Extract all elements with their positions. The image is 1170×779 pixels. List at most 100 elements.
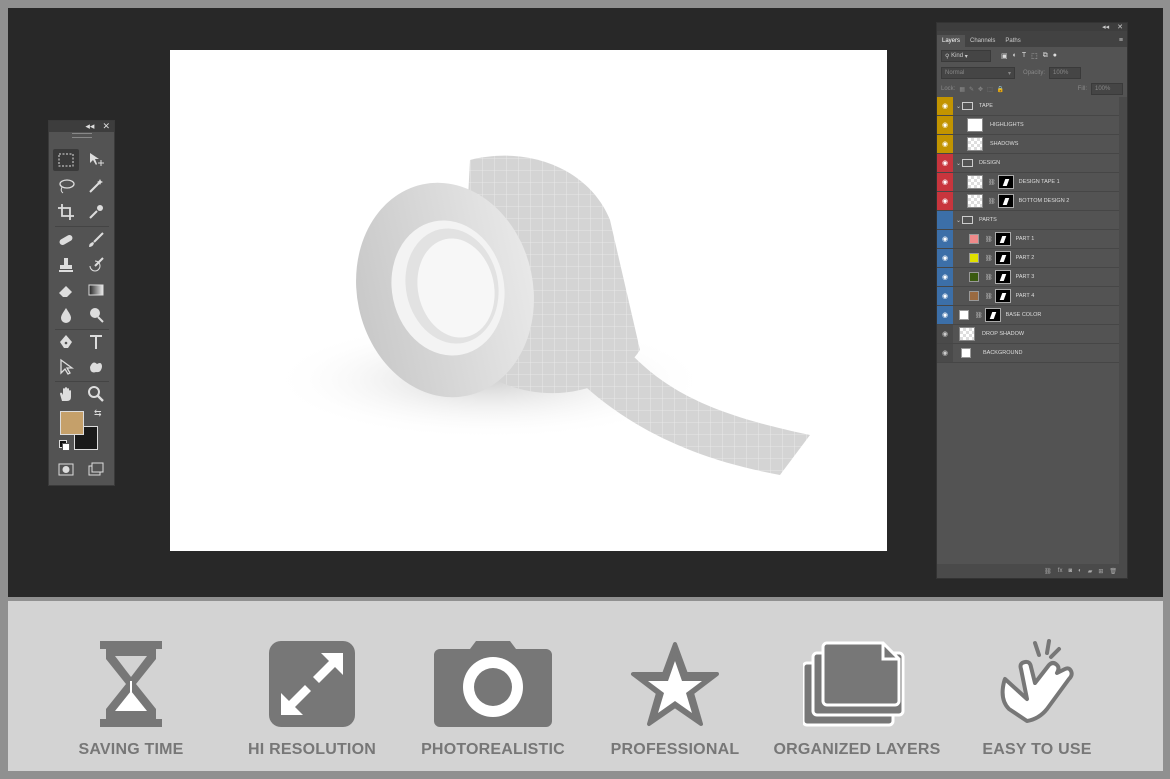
feature-photorealistic: PHOTOREALISTIC	[403, 639, 583, 759]
pixel-filter-icon[interactable]: ▣	[1001, 52, 1008, 60]
default-colors-icon[interactable]	[59, 440, 70, 451]
layer-background[interactable]: ◉ BACKGROUND	[937, 344, 1119, 363]
magnifier-dodge-icon	[90, 308, 104, 323]
eraser-tool-button[interactable]	[53, 279, 79, 301]
blur-tool-button[interactable]	[53, 304, 79, 326]
type-tool-button[interactable]	[83, 331, 109, 353]
opacity-field[interactable]: 100%	[1049, 67, 1082, 79]
collapse-icon[interactable]: ◂◂	[1102, 23, 1109, 31]
delete-layer-icon[interactable]: 🗑	[1109, 568, 1117, 575]
visibility-eye-icon[interactable]	[937, 211, 953, 229]
adjustment-filter-icon[interactable]: ◐	[1013, 52, 1017, 60]
path-selection-tool-button[interactable]	[53, 356, 79, 378]
pen-tool-button[interactable]	[53, 331, 79, 353]
layer-group-tape[interactable]: ◉ ⌄ TAPE	[937, 97, 1119, 116]
hand-tool-button[interactable]	[53, 383, 79, 405]
panel-menu-icon[interactable]: ≡	[1115, 34, 1127, 47]
lasso-tool-button[interactable]	[53, 175, 79, 197]
lock-icons[interactable]: ▦✎✥⬚🔒	[959, 86, 1008, 93]
camera-icon	[434, 641, 552, 727]
dodge-tool-button[interactable]	[83, 304, 109, 326]
color-fill-swatch	[969, 291, 979, 301]
tape-roll-image	[270, 155, 810, 475]
visibility-eye-icon[interactable]: ◉	[937, 268, 953, 286]
visibility-eye-icon[interactable]: ◉	[937, 173, 953, 191]
fx-icon[interactable]: fx	[1058, 568, 1063, 574]
adjustment-layer-icon[interactable]: ◐	[1078, 568, 1082, 574]
shape-filter-icon[interactable]: ⬚	[1031, 52, 1038, 60]
document-canvas[interactable]	[170, 50, 887, 551]
screen-mode-button[interactable]	[83, 458, 109, 480]
layers-scrollbar[interactable]	[1119, 97, 1127, 567]
clone-stamp-tool-button[interactable]	[53, 254, 79, 276]
visibility-eye-icon[interactable]: ◉	[937, 325, 953, 343]
blend-mode-select[interactable]: Normal ▾	[941, 67, 1015, 79]
smart-object-filter-icon[interactable]: ⧉	[1043, 52, 1048, 60]
layer-part-1[interactable]: ◉ ⛓ PART 1	[937, 230, 1119, 249]
color-fill-swatch	[969, 253, 979, 263]
toolbox-grip[interactable]	[49, 132, 114, 139]
visibility-eye-icon[interactable]: ◉	[937, 192, 953, 210]
custom-shape-tool-button[interactable]	[83, 356, 109, 378]
gradient-tool-button[interactable]	[83, 279, 109, 301]
tab-channels[interactable]: Channels	[965, 35, 1000, 47]
panel-tabs: Layers Channels Paths ≡	[937, 31, 1127, 47]
layer-group-parts[interactable]: ⌄ PARTS	[937, 211, 1119, 230]
gradient-icon	[88, 284, 104, 296]
add-mask-icon[interactable]: ◙	[1068, 568, 1072, 574]
layers-list: ◉ ⌄ TAPE ◉ HIGHLIGHTS ◉ SHADOWS ◉ ⌄ DESI…	[937, 97, 1119, 363]
type-filter-icon[interactable]: T	[1022, 52, 1026, 60]
layer-drop-shadow[interactable]: ◉ DROP SHADOW	[937, 325, 1119, 344]
filter-row: ⚲ Kind ▾ ▣ ◐ T ⬚ ⧉ ●	[937, 47, 1127, 65]
tap-hand-icon	[1000, 639, 1074, 723]
foreground-color-swatch[interactable]	[60, 411, 84, 435]
marquee-tool-button[interactable]	[53, 149, 79, 171]
eyedropper-tool-button[interactable]	[83, 201, 109, 223]
visibility-eye-icon[interactable]: ◉	[937, 249, 953, 267]
visibility-eye-icon[interactable]: ◉	[937, 306, 953, 324]
link-layers-icon[interactable]: ⛓	[1044, 568, 1052, 575]
layer-name: TAPE	[979, 103, 993, 109]
crop-tool-button[interactable]	[53, 201, 79, 223]
layer-group-design[interactable]: ◉ ⌄ DESIGN	[937, 154, 1119, 173]
filter-toggle-icon[interactable]: ●	[1053, 52, 1057, 60]
visibility-eye-icon[interactable]: ◉	[937, 287, 953, 305]
visibility-eye-icon[interactable]: ◉	[937, 97, 953, 115]
layer-highlights[interactable]: ◉ HIGHLIGHTS	[937, 116, 1119, 135]
move-tool-button[interactable]	[83, 149, 109, 171]
fill-field[interactable]: 100%	[1091, 83, 1123, 95]
visibility-eye-icon[interactable]: ◉	[937, 230, 953, 248]
close-icon[interactable]: ✕	[1117, 23, 1123, 31]
filter-kind-select[interactable]: ⚲ Kind ▾	[941, 50, 991, 62]
toolbox-header[interactable]: ◂◂ ✕	[49, 121, 114, 132]
layer-design-tape-1[interactable]: ◉ ⛓ DESIGN TAPE 1	[937, 173, 1119, 192]
quick-mask-button[interactable]	[53, 458, 79, 480]
color-fill-swatch	[969, 234, 979, 244]
layer-bottom-design-2[interactable]: ◉ ⛓ BOTTOM DESIGN 2	[937, 192, 1119, 211]
close-icon[interactable]: ✕	[102, 121, 110, 132]
new-group-icon[interactable]: ▰	[1088, 568, 1093, 575]
magic-wand-tool-button[interactable]	[83, 175, 109, 197]
visibility-eye-icon[interactable]: ◉	[937, 116, 953, 134]
layer-part-2[interactable]: ◉ ⛓ PART 2	[937, 249, 1119, 268]
collapse-icon[interactable]: ◂◂	[85, 121, 94, 132]
history-brush-tool-button[interactable]	[83, 254, 109, 276]
layer-part-4[interactable]: ◉ ⛓ PART 4	[937, 287, 1119, 306]
layer-shadows[interactable]: ◉ SHADOWS	[937, 135, 1119, 154]
visibility-eye-icon[interactable]: ◉	[937, 154, 953, 172]
visibility-eye-icon[interactable]: ◉	[937, 344, 953, 362]
layers-panel-header[interactable]: ◂◂ ✕	[937, 23, 1127, 31]
new-layer-icon[interactable]: ⊞	[1098, 568, 1103, 575]
zoom-tool-button[interactable]	[83, 383, 109, 405]
brush-tool-button[interactable]	[83, 229, 109, 251]
layer-mask-thumbnail	[997, 175, 1014, 189]
tab-paths[interactable]: Paths	[1000, 35, 1025, 47]
healing-brush-tool-button[interactable]	[53, 229, 79, 251]
visibility-eye-icon[interactable]: ◉	[937, 135, 953, 153]
layer-base-color[interactable]: ◉ ⛓ BASE COLOR	[937, 306, 1119, 325]
layer-part-3[interactable]: ◉ ⛓ PART 3	[937, 268, 1119, 287]
swap-colors-icon[interactable]: ⇆	[94, 408, 102, 419]
feature-saving-time: SAVING TIME	[41, 639, 221, 759]
type-icon	[90, 335, 102, 349]
tab-layers[interactable]: Layers	[937, 35, 966, 47]
